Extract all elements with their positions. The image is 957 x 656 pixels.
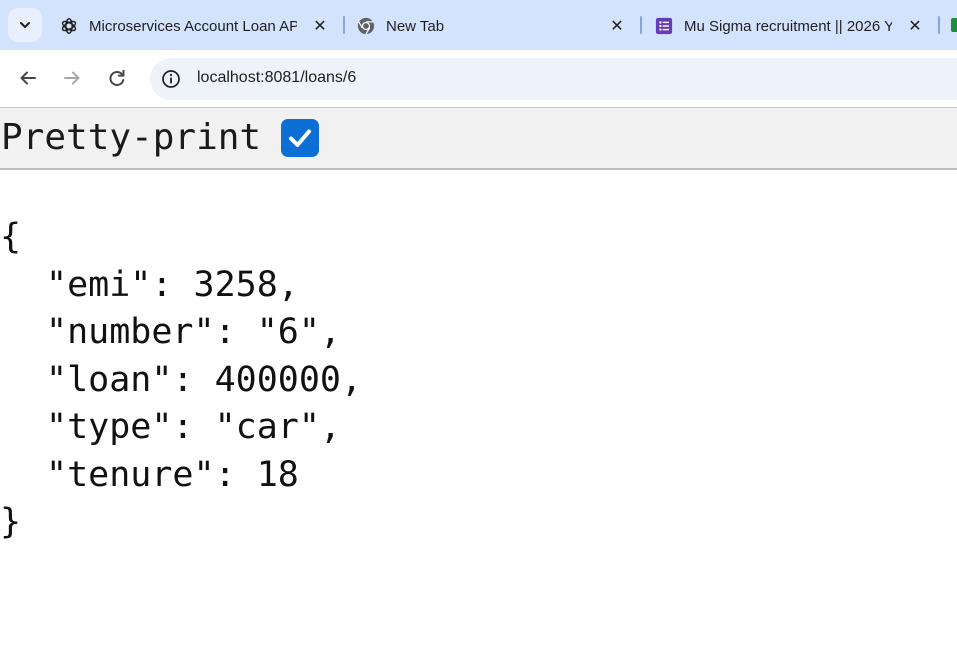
tab-microservices[interactable]: Microservices Account Loan API ✕ — [60, 8, 340, 44]
chrome-icon — [357, 17, 375, 35]
arrow-right-icon — [64, 71, 80, 85]
tab-mu-sigma[interactable]: Mu Sigma recruitment || 2026 Y ✕ — [655, 8, 935, 44]
json-line-emi: "emi": 3258, — [46, 264, 299, 305]
close-icon[interactable]: ✕ — [607, 16, 627, 36]
json-open-brace: { — [0, 217, 22, 257]
json-line-type: "type": "car", — [46, 407, 342, 447]
json-close-brace: } — [0, 502, 22, 542]
address-bar[interactable]: localhost:8081/loans/6 — [150, 58, 957, 100]
pretty-print-bar: Pretty-print — [0, 108, 957, 170]
browser-toolbar: localhost:8081/loans/6 — [0, 50, 957, 108]
tab-search-button[interactable] — [8, 8, 42, 42]
tab-separator — [343, 16, 345, 34]
close-icon[interactable]: ✕ — [310, 16, 330, 36]
tab-separator — [640, 16, 642, 34]
tab-title: New Tab — [386, 17, 445, 35]
tab-overflow-icon[interactable] — [951, 18, 957, 32]
tab-strip: Microservices Account Loan API ✕ New Tab… — [0, 0, 957, 50]
back-button[interactable] — [12, 62, 44, 94]
reload-icon — [109, 69, 125, 86]
tab-new-tab[interactable]: New Tab ✕ — [357, 8, 637, 44]
close-icon[interactable]: ✕ — [905, 16, 925, 36]
chevron-down-icon — [20, 22, 30, 28]
json-line-loan: "loan": 400000, — [46, 359, 363, 400]
info-icon[interactable] — [160, 68, 182, 90]
tab-title: Microservices Account Loan API — [89, 17, 297, 35]
arrow-left-icon — [20, 71, 36, 85]
pretty-print-label: Pretty-print — [1, 117, 262, 158]
openai-icon — [60, 17, 78, 35]
json-body: { "emi": 3258, "number": "6", "loan": 40… — [0, 214, 362, 547]
checkmark-icon — [289, 129, 311, 147]
forward-button[interactable] — [56, 62, 88, 94]
reload-button[interactable] — [101, 62, 133, 94]
tab-separator — [938, 16, 940, 34]
json-line-number: "number": "6", — [46, 312, 342, 352]
url-text: localhost:8081/loans/6 — [197, 69, 357, 86]
json-line-tenure: "tenure": 18 — [46, 454, 299, 495]
tab-title: Mu Sigma recruitment || 2026 Y — [684, 17, 892, 35]
pretty-print-checkbox[interactable] — [281, 119, 319, 157]
google-forms-icon — [655, 17, 673, 35]
